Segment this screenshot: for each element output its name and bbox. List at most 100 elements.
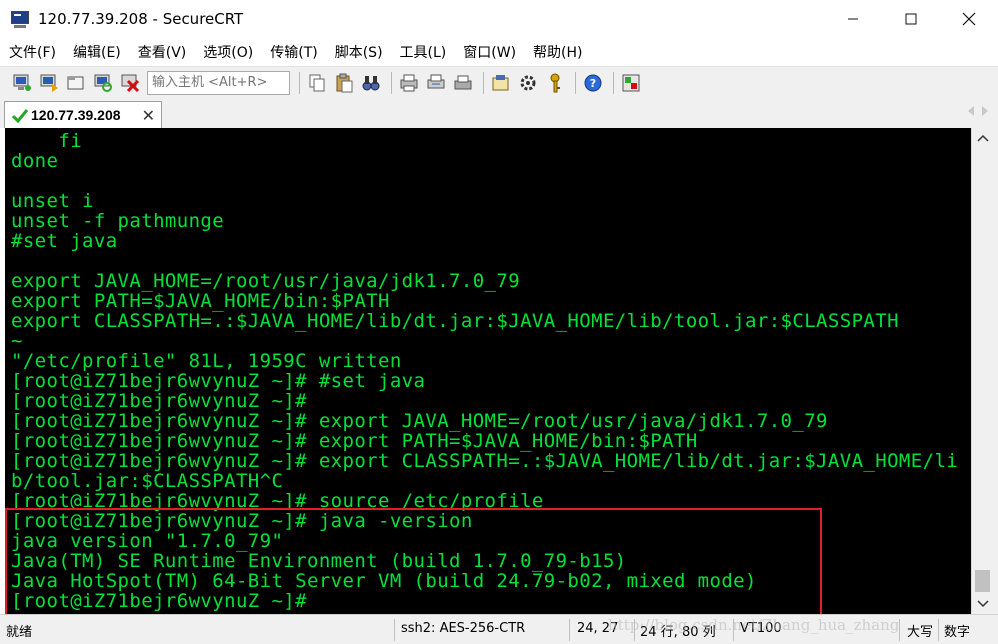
- copy-button[interactable]: [305, 71, 329, 95]
- status-separator: [634, 619, 635, 641]
- connect-button[interactable]: [10, 71, 34, 95]
- printer-icon: [400, 74, 418, 91]
- reconnect-icon: [94, 74, 112, 92]
- terminal-screen[interactable]: fi done unset i unset -f pathmunge #set java…: [5, 128, 971, 614]
- chevron-down-icon: [977, 600, 989, 608]
- toolbar-separator: [483, 71, 484, 94]
- session-tab[interactable]: 120.77.39.208 ✕: [4, 101, 162, 128]
- terminal-line: [root@iZ71bejr6wvynuZ ~]# export JAVA_HO…: [11, 410, 828, 432]
- window-title: 120.77.39.208 - SecureCRT: [38, 10, 244, 28]
- print-button[interactable]: [397, 71, 421, 95]
- scroll-down-button[interactable]: [972, 594, 994, 614]
- sftp-button[interactable]: [619, 71, 643, 95]
- menu-help[interactable]: 帮助(H): [533, 42, 582, 62]
- tab-scroll-left-icon[interactable]: [968, 106, 974, 116]
- connected-check-icon: [11, 109, 29, 123]
- session-tab-bar: 120.77.39.208 ✕: [0, 98, 998, 128]
- maximize-icon: [905, 13, 917, 25]
- title-bar: 120.77.39.208 - SecureCRT: [0, 0, 998, 38]
- toolbar-separator: [613, 71, 614, 94]
- quick-connect-icon: [40, 74, 58, 92]
- paste-icon: [336, 73, 353, 92]
- copy-icon: [309, 74, 325, 91]
- tab-scroll-right-icon[interactable]: [982, 106, 988, 116]
- status-encryption: ssh2: AES-256-CTR: [401, 621, 526, 636]
- status-bar: 就绪 ssh2: AES-256-CTR 24, 27 24 行, 80 列 V…: [0, 614, 998, 644]
- menu-edit[interactable]: 编辑(E): [73, 42, 121, 62]
- terminal-line: "/etc/profile" 81L, 1959C written: [11, 350, 402, 372]
- global-options-button[interactable]: [516, 71, 540, 95]
- terminal-line: [root@iZ71bejr6wvynuZ ~]# java -version: [11, 510, 473, 532]
- session-options-button[interactable]: [489, 71, 513, 95]
- maximize-button[interactable]: [882, 0, 940, 38]
- window-controls: [824, 0, 998, 38]
- host-input[interactable]: [147, 70, 290, 95]
- securecrt-app-icon[interactable]: [10, 9, 30, 29]
- toolbar-separator: [575, 71, 576, 94]
- terminal-line: fi: [11, 130, 83, 152]
- binoculars-icon: [362, 75, 380, 90]
- status-separator: [938, 619, 939, 641]
- close-icon: [962, 12, 976, 26]
- print-setup-icon: [454, 75, 472, 89]
- reconnect-button[interactable]: [91, 71, 115, 95]
- status-num-lock: 数字: [944, 625, 971, 640]
- key-manager-button[interactable]: [543, 71, 567, 95]
- menu-file[interactable]: 文件(F): [9, 42, 56, 62]
- paste-button[interactable]: [332, 71, 356, 95]
- menu-transfer[interactable]: 传输(T): [270, 42, 317, 62]
- terminal-line: export PATH=$JAVA_HOME/bin:$PATH: [11, 290, 390, 312]
- toolbar: ?: [0, 66, 998, 98]
- minimize-button[interactable]: [824, 0, 882, 38]
- find-button[interactable]: [359, 71, 383, 95]
- terminal-line: [root@iZ71bejr6wvynuZ ~]# export CLASSPA…: [11, 450, 959, 472]
- tab-connect-icon: [67, 76, 84, 89]
- key-icon: [550, 73, 560, 92]
- disconnect-button[interactable]: [118, 71, 142, 95]
- disconnect-icon: [121, 74, 140, 92]
- help-icon: ?: [584, 74, 602, 91]
- help-button[interactable]: ?: [581, 71, 605, 95]
- close-button[interactable]: [940, 0, 998, 38]
- status-separator: [899, 619, 900, 641]
- terminal-line: done: [11, 150, 59, 172]
- terminal-scrollbar[interactable]: [971, 128, 993, 614]
- terminal-line: unset i: [11, 190, 94, 212]
- tab-scroll-arrows: [968, 106, 988, 116]
- status-separator: [733, 619, 734, 641]
- menu-options[interactable]: 选项(O): [203, 42, 253, 62]
- terminal-line: [root@iZ71bejr6wvynuZ ~]# #set java: [11, 370, 426, 392]
- chevron-up-icon: [977, 134, 989, 142]
- connect-icon: [13, 74, 31, 91]
- tab-close-icon[interactable]: ✕: [142, 106, 155, 125]
- window-edge: [993, 128, 998, 614]
- terminal-line: export JAVA_HOME=/root/usr/java/jdk1.7.0…: [11, 270, 521, 292]
- print-setup-button[interactable]: [451, 71, 475, 95]
- quick-connect-button[interactable]: [37, 71, 61, 95]
- terminal-line: Java(TM) SE Runtime Environment (build 1…: [11, 550, 627, 572]
- connect-in-tab-button[interactable]: [64, 71, 88, 95]
- menu-bar: 文件(F) 编辑(E) 查看(V) 选项(O) 传输(T) 脚本(S) 工具(L…: [0, 38, 998, 66]
- scroll-thumb[interactable]: [975, 570, 990, 592]
- menu-view[interactable]: 查看(V): [138, 42, 187, 62]
- sftp-icon: [622, 74, 640, 91]
- scroll-up-button[interactable]: [972, 128, 994, 148]
- terminal-line: [root@iZ71bejr6wvynuZ ~]# export PATH=$J…: [11, 430, 698, 452]
- minimize-icon: [848, 18, 858, 20]
- print-selection-button[interactable]: [424, 71, 448, 95]
- menu-tools[interactable]: 工具(L): [400, 42, 447, 62]
- terminal-line: Java HotSpot(TM) 64-Bit Server VM (build…: [11, 570, 757, 592]
- menu-script[interactable]: 脚本(S): [335, 42, 383, 62]
- status-separator: [394, 619, 395, 641]
- status-emulation: VT100: [740, 621, 782, 636]
- status-ready: 就绪: [6, 625, 33, 640]
- menu-window[interactable]: 窗口(W): [463, 42, 516, 62]
- terminal-line: [root@iZ71bejr6wvynuZ ~]#: [11, 590, 307, 612]
- svg-text:?: ?: [590, 77, 596, 90]
- terminal-line: unset -f pathmunge: [11, 210, 225, 232]
- terminal-line: java version "1.7.0_79": [11, 530, 284, 552]
- terminal-output: fi done unset i unset -f pathmunge #set java…: [11, 131, 958, 611]
- session-tab-label: 120.77.39.208: [31, 107, 121, 123]
